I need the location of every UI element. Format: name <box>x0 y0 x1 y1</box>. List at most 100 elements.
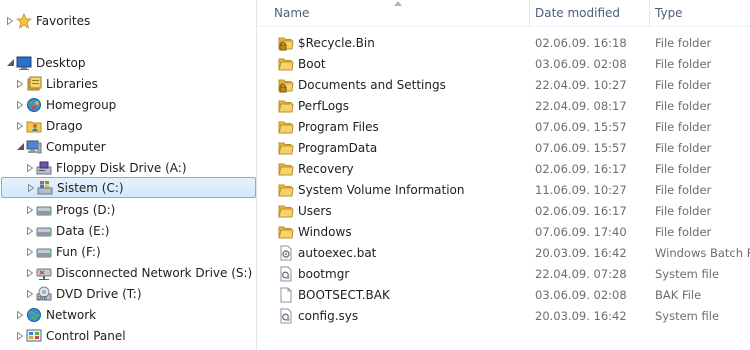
column-header-date-label: Date modified <box>535 6 621 20</box>
tree-item-sistem-c[interactable]: Sistem (C:) <box>1 177 256 198</box>
file-name: BOOTSECT.BAK <box>298 287 390 302</box>
floppy-drive-icon <box>35 159 52 176</box>
hard-drive-icon <box>35 243 52 260</box>
file-row[interactable]: Users 02.06.09. 16:17 File folder <box>258 200 750 221</box>
file-type: File folder <box>655 182 712 197</box>
folder-icon <box>278 98 294 114</box>
file-name-cell: System Volume Information <box>278 182 528 198</box>
file-date-modified: 07.06.09. 17:40 <box>535 224 627 239</box>
hard-drive-icon <box>35 201 52 218</box>
file-name: Recovery <box>298 161 354 176</box>
tree-item-label: Computer <box>46 139 106 154</box>
computer-icon <box>25 138 42 155</box>
file-name: $Recycle.Bin <box>298 35 375 50</box>
folder-icon <box>278 56 294 72</box>
libraries-icon <box>25 75 42 92</box>
collapsed-arrow-icon[interactable] <box>25 220 35 241</box>
file-date-modified: 02.06.09. 16:18 <box>535 35 627 50</box>
tree-item-favorites[interactable]: Favorites <box>0 10 257 31</box>
file-type: File folder <box>655 35 712 50</box>
file-type: File folder <box>655 119 712 134</box>
file-date-modified: 22.04.09. 08:17 <box>535 98 627 113</box>
file-type: File folder <box>655 203 712 218</box>
tree-item-progs-d[interactable]: Progs (D:) <box>0 199 257 220</box>
control-panel-icon <box>25 327 42 344</box>
collapsed-arrow-icon[interactable] <box>15 94 25 115</box>
file-name: Boot <box>298 56 326 71</box>
file-date-modified: 22.04.09. 10:27 <box>535 77 627 92</box>
file-name: Program Files <box>298 119 379 134</box>
tree-item-computer[interactable]: Computer <box>0 136 257 157</box>
tree-item-label: Floppy Disk Drive (A:) <box>56 160 187 175</box>
collapsed-arrow-icon[interactable] <box>15 325 25 346</box>
tree-item-data-e[interactable]: Data (E:) <box>0 220 257 241</box>
file-name: bootmgr <box>298 266 350 281</box>
file-name: PerfLogs <box>298 98 350 113</box>
blank-file-icon <box>278 287 294 303</box>
file-row[interactable]: BOOTSECT.BAK 03.06.09. 02:08 BAK File <box>258 284 750 305</box>
file-name: Windows <box>298 224 352 239</box>
file-type: File folder <box>655 77 712 92</box>
file-row[interactable]: Recovery 02.06.09. 16:17 File folder <box>258 158 750 179</box>
collapsed-arrow-icon[interactable] <box>15 115 25 136</box>
column-header-date[interactable]: Date modified <box>530 0 650 26</box>
tree-item-dvd-drive-t[interactable]: DVD DVD Drive (T:) <box>0 283 257 304</box>
tree-item-disconnected-network-drive-s[interactable]: Disconnected Network Drive (S:) <box>0 262 257 283</box>
collapsed-arrow-icon[interactable] <box>5 10 15 31</box>
navigation-pane[interactable]: Favorites Desktop Libraries Homegroup Drago C… <box>0 0 257 350</box>
file-name-cell: config.sys <box>278 308 528 324</box>
file-row[interactable]: ProgramData 07.06.09. 15:57 File folder <box>258 137 750 158</box>
file-row[interactable]: autoexec.bat 20.03.09. 16:42 Windows Batch… <box>258 242 750 263</box>
file-list[interactable]: Name Date modified Type $Recycle.Bin 02.0… <box>258 0 750 350</box>
star-icon <box>15 12 32 29</box>
file-row[interactable]: PerfLogs 22.04.09. 08:17 File folder <box>258 95 750 116</box>
file-name-cell: Documents and Settings <box>278 77 528 93</box>
file-date-modified: 03.06.09. 02:08 <box>535 56 627 71</box>
file-row[interactable]: bootmgr 22.04.09. 07:28 System file <box>258 263 750 284</box>
expanded-arrow-icon[interactable] <box>15 136 25 157</box>
tree-item-label: Fun (F:) <box>56 244 101 259</box>
tree-item-floppy-disk-drive-a[interactable]: Floppy Disk Drive (A:) <box>0 157 257 178</box>
file-row[interactable]: Windows 07.06.09. 17:40 File folder <box>258 221 750 242</box>
file-name: Users <box>298 203 332 218</box>
file-type: System file <box>655 308 720 323</box>
file-type: File folder <box>655 161 712 176</box>
file-name-cell: Users <box>278 203 528 219</box>
file-name-cell: autoexec.bat <box>278 245 528 261</box>
network-drive-icon <box>35 264 52 281</box>
column-header-name[interactable]: Name <box>258 0 530 26</box>
tree-item-label: Sistem (C:) <box>57 180 124 195</box>
tree-item-desktop[interactable]: Desktop <box>0 52 257 73</box>
collapsed-arrow-icon[interactable] <box>15 73 25 94</box>
file-type: File folder <box>655 140 712 155</box>
tree-item-homegroup[interactable]: Homegroup <box>0 94 257 115</box>
column-header-type[interactable]: Type <box>650 0 750 26</box>
collapsed-arrow-icon[interactable] <box>25 157 35 178</box>
tree-item-network[interactable]: Network <box>0 304 257 325</box>
tree-item-libraries[interactable]: Libraries <box>0 73 257 94</box>
tree-item-control-panel[interactable]: Control Panel <box>0 325 257 346</box>
file-row[interactable]: Documents and Settings 22.04.09. 10:27 Fil… <box>258 74 750 95</box>
file-name-cell: ProgramData <box>278 140 528 156</box>
collapsed-arrow-icon[interactable] <box>25 241 35 262</box>
collapsed-arrow-icon[interactable] <box>26 177 36 198</box>
collapsed-arrow-icon[interactable] <box>25 283 35 304</box>
file-row[interactable]: $Recycle.Bin 02.06.09. 16:18 File folder <box>258 32 750 53</box>
tree-item-label: Disconnected Network Drive (S:) <box>56 265 253 280</box>
batch-file-icon <box>278 245 294 261</box>
tree-item-fun-f[interactable]: Fun (F:) <box>0 241 257 262</box>
file-row[interactable]: Program Files 07.06.09. 15:57 File folder <box>258 116 750 137</box>
file-row[interactable]: config.sys 20.03.09. 16:42 System file <box>258 305 750 326</box>
system-file-icon <box>278 266 294 282</box>
user-folder-icon <box>25 117 42 134</box>
file-row[interactable]: Boot 03.06.09. 02:08 File folder <box>258 53 750 74</box>
tree-item-drago[interactable]: Drago <box>0 115 257 136</box>
tree-item-label: Favorites <box>36 13 91 28</box>
collapsed-arrow-icon[interactable] <box>25 262 35 283</box>
collapsed-arrow-icon[interactable] <box>25 199 35 220</box>
dvd-drive-icon: DVD <box>35 285 52 302</box>
expanded-arrow-icon[interactable] <box>5 52 15 73</box>
file-date-modified: 20.03.09. 16:42 <box>535 245 627 260</box>
collapsed-arrow-icon[interactable] <box>15 304 25 325</box>
file-row[interactable]: System Volume Information 11.06.09. 10:27… <box>258 179 750 200</box>
